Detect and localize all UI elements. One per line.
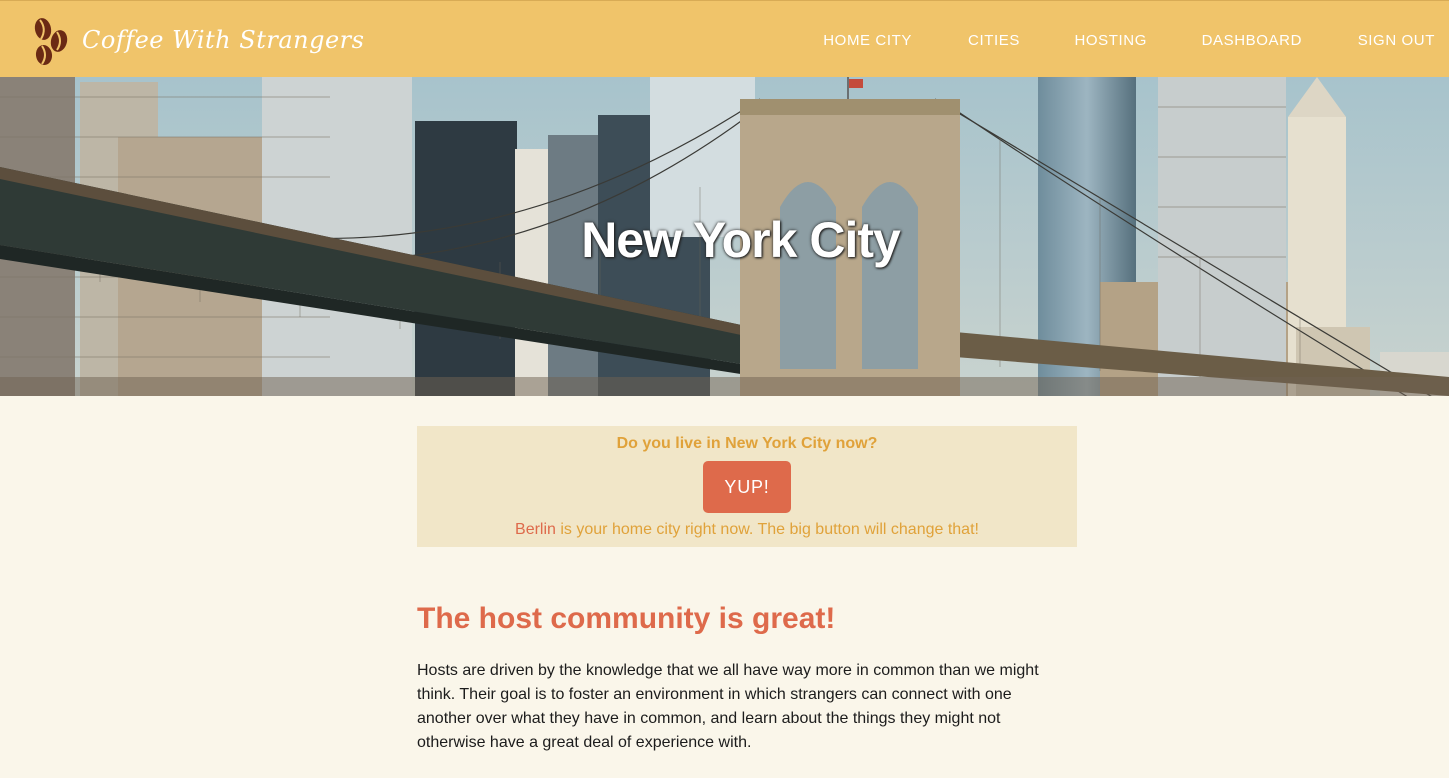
home-city-note: Berlin is your home city right now. The … <box>417 521 1077 539</box>
nav-home-city[interactable]: HOME CITY <box>823 32 912 49</box>
current-home-city-link[interactable]: Berlin <box>515 521 556 538</box>
city-hero-banner: New York City <box>0 77 1449 396</box>
city-title: New York City <box>581 212 901 268</box>
home-city-prompt: Do you live in New York City now? YUP! B… <box>417 426 1077 547</box>
coffee-beans-icon <box>34 18 68 65</box>
nav-dashboard[interactable]: DASHBOARD <box>1202 32 1302 49</box>
host-community-heading: The host community is great! <box>417 602 836 635</box>
nav-sign-out[interactable]: SIGN OUT <box>1358 32 1435 49</box>
brand[interactable]: Coffee With Strangers <box>30 13 364 67</box>
set-home-city-button[interactable]: YUP! <box>703 461 791 513</box>
nav-hosting[interactable]: HOSTING <box>1074 32 1147 49</box>
brand-name: Coffee With Strangers <box>82 26 365 54</box>
home-city-note-text: is your home city right now. The big but… <box>555 521 979 538</box>
host-community-description: Hosts are driven by the knowledge that w… <box>417 662 1039 751</box>
top-navbar: Coffee With Strangers HOME CITY CITIES H… <box>0 0 1449 77</box>
home-city-question: Do you live in New York City now? <box>616 435 878 452</box>
nav-cities[interactable]: CITIES <box>968 32 1020 49</box>
